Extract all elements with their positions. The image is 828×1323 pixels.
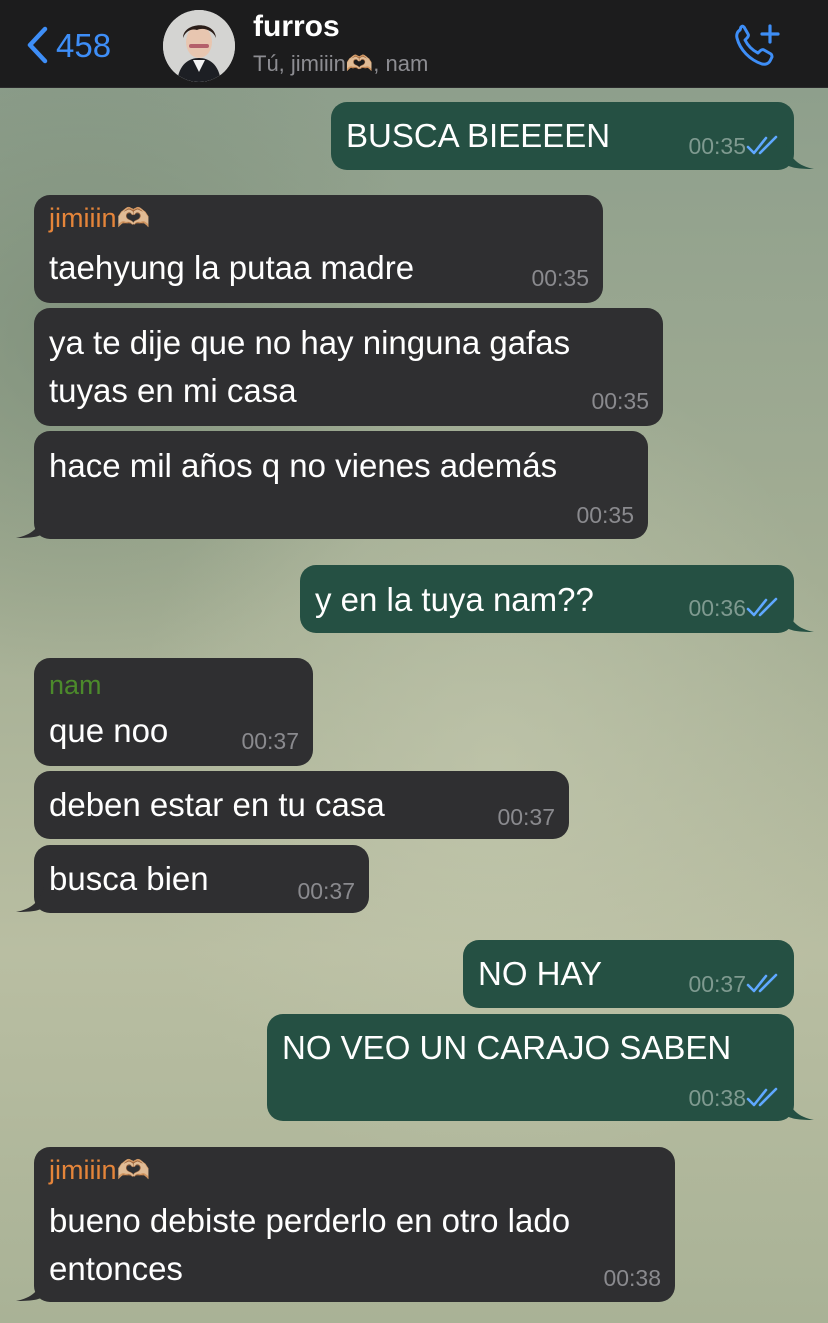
sender-name[interactable]: nam <box>49 672 102 699</box>
message-text: NO HAY <box>478 955 603 992</box>
message-text: busca bien <box>49 860 209 897</box>
message-text-line: tuyas en mi casa <box>49 372 297 409</box>
message-time: 00:35 <box>531 265 589 291</box>
message-bubble[interactable]: NO HAY 00:37 <box>463 940 794 1008</box>
message-text: taehyung la putaa madre <box>49 249 415 286</box>
message-time: 00:36 <box>688 595 746 621</box>
chat-area[interactable]: BUSCA BIEEEEN 00:35 jimiiin🫶🏼 taehyung l… <box>0 88 828 1323</box>
chevron-left-icon <box>26 26 48 64</box>
read-receipt-icon <box>746 597 778 617</box>
read-receipt-icon <box>746 973 778 993</box>
message-text: deben estar en tu casa <box>49 786 385 823</box>
message-time: 00:37 <box>688 971 746 997</box>
message-bubble[interactable]: y en la tuya nam?? 00:36 <box>300 565 794 633</box>
message-text: BUSCA BIEEEEN <box>346 117 611 154</box>
message-bubble[interactable]: ya te dije que no hay ninguna gafas tuya… <box>34 308 663 426</box>
bubble-tail <box>16 1276 44 1301</box>
message-bubble[interactable]: hace mil años q no vienes además 00:35 <box>34 431 648 539</box>
message-text: hace mil años q no vienes además <box>49 447 558 484</box>
message-text-line: ya te dije que no hay ninguna gafas <box>49 324 571 361</box>
message-time: 00:35 <box>591 388 649 414</box>
message-text: NO VEO UN CARAJO SABEN <box>282 1029 732 1066</box>
message-time: 00:37 <box>497 804 555 830</box>
chat-title[interactable]: furros <box>253 12 340 42</box>
sender-name[interactable]: jimiiin🫶🏼 <box>49 205 150 232</box>
message-bubble[interactable]: jimiiin🫶🏼 taehyung la putaa madre 00:35 <box>34 195 603 303</box>
message-time: 00:35 <box>688 133 746 159</box>
group-avatar[interactable] <box>163 10 235 82</box>
message-text: que noo <box>49 712 169 749</box>
add-call-button[interactable] <box>732 22 782 68</box>
bubble-tail <box>16 887 44 912</box>
bubble-tail <box>786 144 814 169</box>
back-button[interactable]: 458 <box>26 22 111 68</box>
chat-header: 458 furros Tú, jimiiin🫶🏼, nam <box>0 0 828 88</box>
chat-members[interactable]: Tú, jimiiin🫶🏼, nam <box>253 53 428 75</box>
sender-name[interactable]: jimiiin🫶🏼 <box>49 1157 150 1184</box>
bubble-tail <box>16 513 44 538</box>
message-time: 00:37 <box>297 878 355 904</box>
bubble-tail <box>786 1095 814 1120</box>
message-time: 00:37 <box>241 728 299 754</box>
message-text-line: bueno debiste perderlo en otro lado <box>49 1202 571 1239</box>
message-bubble[interactable]: BUSCA BIEEEEN 00:35 <box>331 102 794 170</box>
message-text-line: entonces <box>49 1250 183 1287</box>
unread-count: 458 <box>56 26 112 64</box>
phone-plus-icon <box>732 24 782 72</box>
message-bubble[interactable]: deben estar en tu casa 00:37 <box>34 771 569 839</box>
message-time: 00:38 <box>603 1265 661 1291</box>
message-text: y en la tuya nam?? <box>315 581 594 618</box>
read-receipt-icon <box>746 1087 778 1107</box>
message-time: 00:38 <box>688 1085 746 1111</box>
message-bubble[interactable]: NO VEO UN CARAJO SABEN 00:38 <box>267 1014 794 1121</box>
message-bubble[interactable]: busca bien 00:37 <box>34 845 369 913</box>
bubble-tail <box>786 607 814 632</box>
read-receipt-icon <box>746 135 778 155</box>
message-bubble[interactable]: jimiiin🫶🏼 bueno debiste perderlo en otro… <box>34 1147 675 1302</box>
message-time: 00:35 <box>576 502 634 528</box>
message-bubble[interactable]: nam que noo 00:37 <box>34 658 313 766</box>
